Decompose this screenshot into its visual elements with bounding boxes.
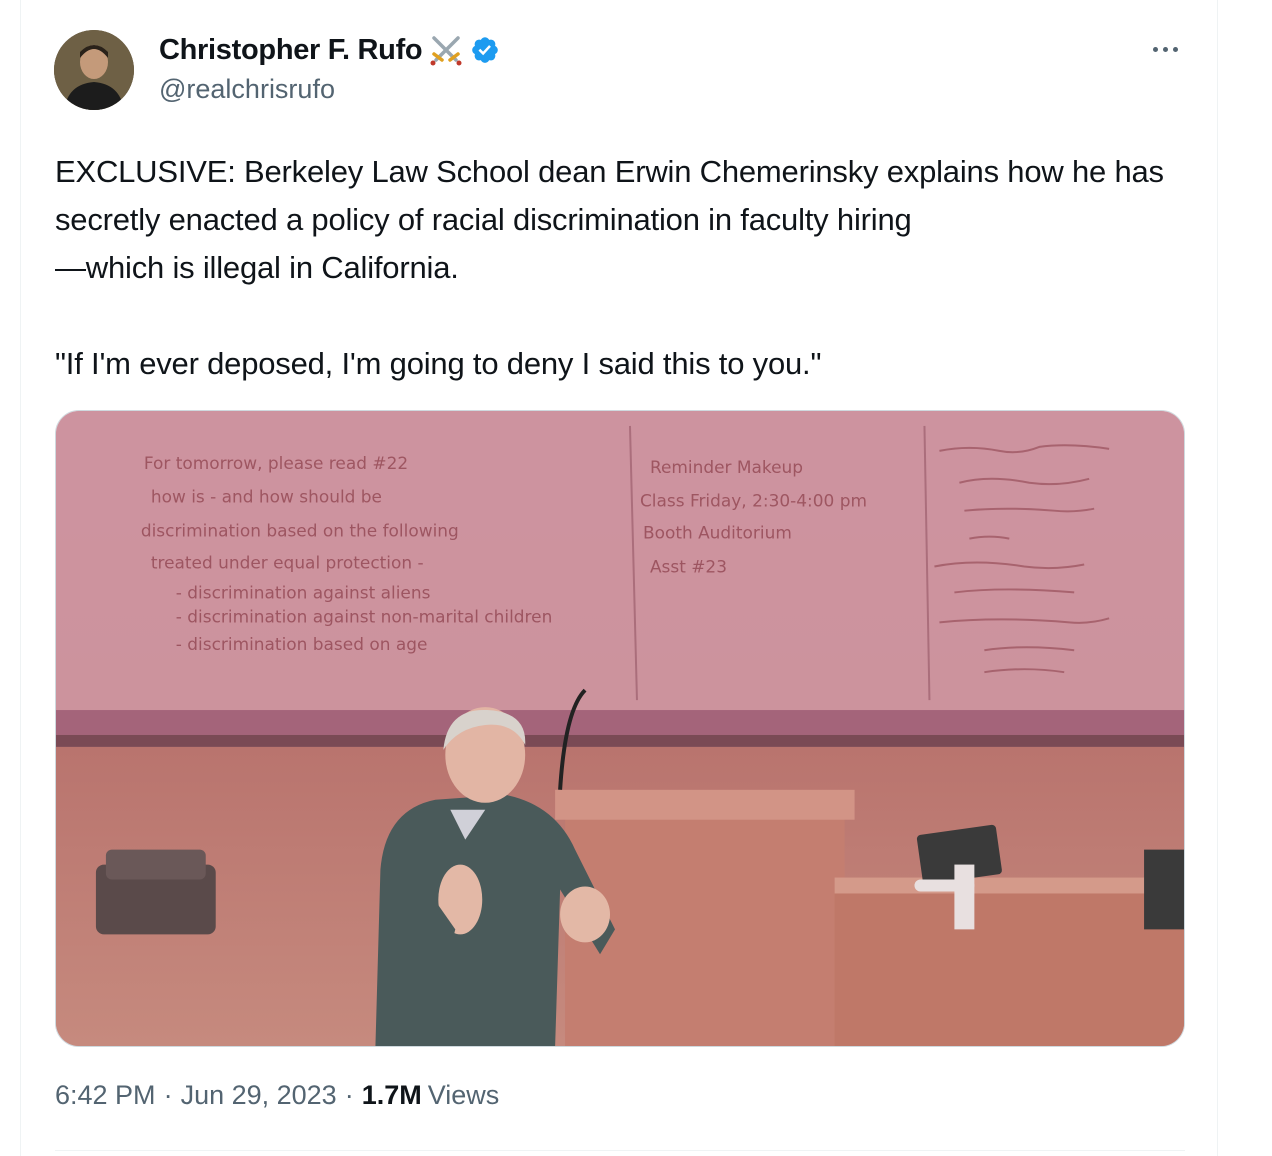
more-dot-icon	[1172, 46, 1178, 52]
board-text: Reminder Makeup	[650, 457, 803, 477]
tweet-video[interactable]: For tomorrow, please read #22 how is - a…	[55, 410, 1185, 1047]
video-frame: For tomorrow, please read #22 how is - a…	[56, 411, 1184, 1046]
author-handle[interactable]: @realchrisrufo	[159, 74, 335, 105]
board-text: For tomorrow, please read #22	[144, 453, 408, 473]
board-text: Booth Auditorium	[643, 523, 792, 543]
divider	[55, 1150, 1185, 1151]
avatar-image	[54, 30, 134, 110]
board-text: discrimination based on the following	[141, 521, 459, 541]
verified-badge-icon[interactable]	[470, 35, 500, 65]
meta-separator: ·	[163, 1080, 173, 1110]
meta-separator: ·	[344, 1080, 354, 1110]
board-text: Asst #23	[650, 557, 727, 577]
views-count: 1.7M	[361, 1080, 422, 1110]
tweet-card: Christopher F. Rufo @realchrisrufo EXCLU…	[20, 0, 1218, 1156]
board-text: - discrimination against aliens	[176, 582, 431, 602]
tweet-date-link[interactable]: Jun 29, 2023	[181, 1080, 337, 1111]
board-text: - discrimination against non-marital chi…	[176, 606, 553, 626]
crossed-swords-icon	[430, 36, 462, 66]
board-text: treated under equal protection -	[151, 553, 424, 573]
views-label: Views	[427, 1080, 500, 1110]
board-text: Class Friday, 2:30-4:00 pm	[640, 491, 867, 511]
tweet-paragraph: EXCLUSIVE: Berkeley Law School dean Erwi…	[55, 154, 1164, 285]
board-text: how is - and how should be	[151, 487, 382, 507]
more-dot-icon	[1162, 46, 1168, 52]
tweet-time-link[interactable]: 6:42 PM	[55, 1080, 156, 1111]
tweet-paragraph: "If I'm ever deposed, I'm going to deny …	[55, 346, 822, 381]
board-text: - discrimination based on age	[176, 634, 428, 654]
more-options-button[interactable]	[1145, 32, 1185, 66]
author-display-name[interactable]: Christopher F. Rufo	[159, 34, 423, 67]
author-avatar[interactable]	[54, 30, 134, 110]
tweet-text: EXCLUSIVE: Berkeley Law School dean Erwi…	[55, 148, 1205, 388]
author-name-row: Christopher F. Rufo	[159, 30, 500, 70]
more-dot-icon	[1152, 46, 1158, 52]
tweet-metadata: 6:42 PM · Jun 29, 2023 · 1.7M Views	[55, 1080, 499, 1111]
